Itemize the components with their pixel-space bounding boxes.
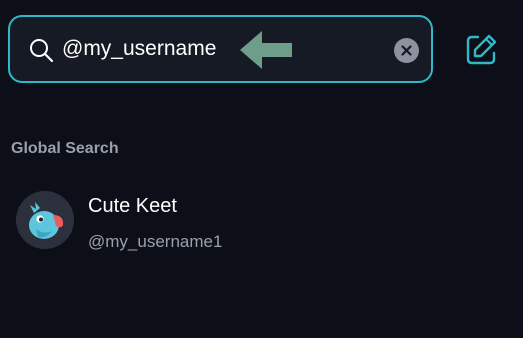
result-username: @my_username1 (88, 232, 223, 251)
parrot-avatar-icon (16, 191, 74, 249)
search-box[interactable] (8, 15, 433, 83)
global-search-heading: Global Search (11, 140, 119, 157)
search-input[interactable] (62, 31, 238, 67)
edit-icon (466, 34, 497, 65)
search-icon (28, 37, 54, 63)
result-display-name: Cute Keet (88, 195, 177, 217)
search-result-item[interactable]: Cute Keet @my_username1 (10, 184, 430, 264)
clear-search-button[interactable] (394, 38, 419, 63)
compose-button[interactable] (464, 33, 498, 67)
arrow-left-icon (238, 27, 294, 73)
close-icon (401, 45, 412, 56)
